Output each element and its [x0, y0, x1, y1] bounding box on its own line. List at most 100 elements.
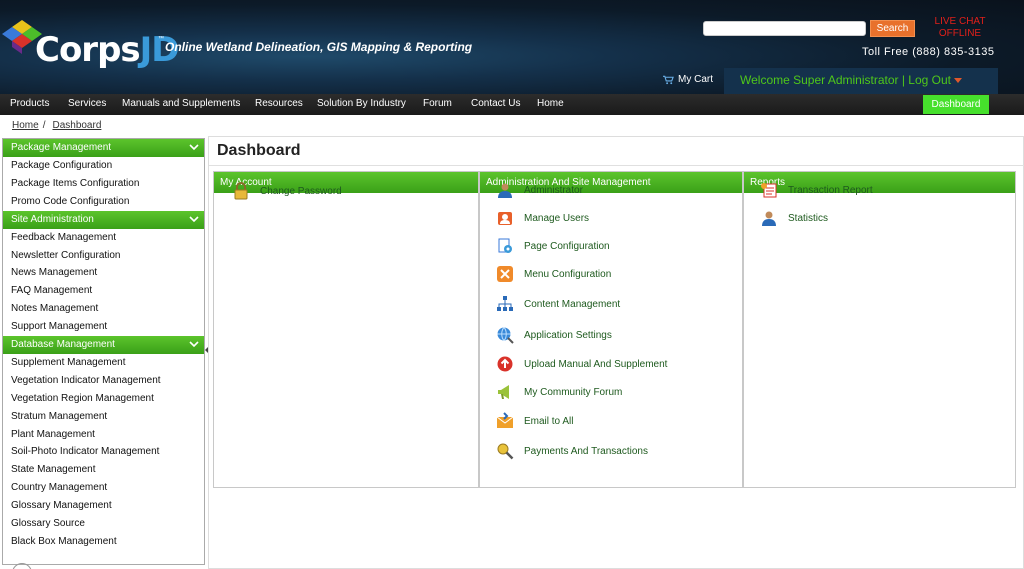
- sitemap-icon: [496, 295, 514, 313]
- payments-icon: [496, 442, 514, 460]
- nav-manuals[interactable]: Manuals and Supplements: [122, 98, 240, 109]
- chevron-down-icon[interactable]: [189, 339, 199, 349]
- welcome-user-menu[interactable]: Welcome Super Administrator | Log Out: [724, 68, 998, 94]
- sidebar-item-promo-code-configuration[interactable]: Promo Code Configuration: [3, 193, 204, 211]
- panel-my-account: My Account Change Password: [213, 171, 479, 488]
- nav-contact-us[interactable]: Contact Us: [471, 98, 520, 109]
- my-cart-link[interactable]: My Cart: [663, 74, 713, 85]
- sidebar-item-vegetation-indicator-management[interactable]: Vegetation Indicator Management: [3, 372, 204, 390]
- sidebar-item-package-items-configuration[interactable]: Package Items Configuration: [3, 175, 204, 193]
- panel-reports: Reports Transaction Report Statistics: [743, 171, 1016, 488]
- link-label: Application Settings: [524, 329, 612, 341]
- lock-icon: [232, 182, 250, 200]
- sidebar-item-state-management[interactable]: State Management: [3, 461, 204, 479]
- sidebar-item-black-box-management[interactable]: Black Box Management: [3, 533, 204, 551]
- sidebar-item-glossary-management[interactable]: Glossary Management: [3, 497, 204, 515]
- sidebar-item-stratum-management[interactable]: Stratum Management: [3, 408, 204, 426]
- link-label: Manage Users: [524, 212, 590, 224]
- search-input[interactable]: [703, 21, 866, 36]
- live-chat-status[interactable]: LIVE CHAT OFFLINE: [928, 16, 992, 40]
- cart-label: My Cart: [678, 74, 713, 85]
- upload-icon: [496, 355, 514, 373]
- breadcrumb-separator: /: [42, 120, 46, 131]
- welcome-text: Welcome Super Administrator | Log Out: [740, 73, 951, 87]
- link-label: Email to All: [524, 415, 574, 427]
- chevron-down-icon[interactable]: [189, 142, 199, 152]
- main-nav: Products Services Manuals and Supplement…: [0, 94, 1024, 115]
- nav-products[interactable]: Products: [10, 98, 49, 109]
- sidebar-section-database-management[interactable]: Database Management: [3, 336, 204, 355]
- trademark: ™: [158, 36, 164, 42]
- link-community-forum[interactable]: My Community Forum: [496, 383, 622, 401]
- site-tagline: Online Wetland Delineation, GIS Mapping …: [165, 40, 473, 54]
- link-label: Transaction Report: [788, 184, 873, 196]
- cart-icon: [663, 75, 674, 84]
- link-content-management[interactable]: Content Management: [496, 295, 620, 313]
- report-icon: [760, 181, 778, 199]
- nav-resources[interactable]: Resources: [255, 98, 303, 109]
- title-divider: [209, 165, 1024, 166]
- link-manage-users[interactable]: Manage Users: [496, 209, 589, 227]
- link-label: My Community Forum: [524, 386, 623, 398]
- link-payments-transactions[interactable]: Payments And Transactions: [496, 442, 648, 460]
- sidebar-item-feedback-management[interactable]: Feedback Management: [3, 229, 204, 247]
- sidebar-section-title: Package Management: [11, 142, 112, 153]
- sidebar-item-supplement-management[interactable]: Supplement Management: [3, 354, 204, 372]
- link-transaction-report[interactable]: Transaction Report: [760, 181, 873, 199]
- sidebar-item-support-management[interactable]: Support Management: [3, 318, 204, 336]
- nav-services[interactable]: Services: [68, 98, 106, 109]
- sidebar-item-plant-management[interactable]: Plant Management: [3, 426, 204, 444]
- nav-home[interactable]: Home: [537, 98, 564, 109]
- page-config-icon: [496, 237, 514, 255]
- breadcrumb: Home / Dashboard: [12, 120, 101, 131]
- link-email-to-all[interactable]: Email to All: [496, 412, 573, 430]
- sidebar-item-notes-management[interactable]: Notes Management: [3, 300, 204, 318]
- dashboard-button[interactable]: Dashboard: [923, 95, 989, 114]
- main-content: Dashboard My Account Change Password Adm…: [208, 136, 1024, 569]
- link-administrator[interactable]: Administrator: [496, 181, 583, 199]
- page-title: Dashboard: [217, 142, 301, 159]
- sidebar-item-country-management[interactable]: Country Management: [3, 479, 204, 497]
- chevron-down-icon[interactable]: [954, 78, 962, 84]
- link-label: Change Password: [260, 185, 342, 197]
- search-button[interactable]: Search: [870, 20, 915, 37]
- sidebar-item-soil-photo-indicator-management[interactable]: Soil-Photo Indicator Management: [3, 443, 204, 461]
- link-statistics[interactable]: Statistics: [760, 209, 828, 227]
- link-label: Upload Manual And Supplement: [524, 358, 668, 370]
- sidebar-item-newsletter-configuration[interactable]: Newsletter Configuration: [3, 247, 204, 265]
- sidebar-section-title: Database Management: [11, 339, 115, 351]
- sidebar: Package Management Package Configuration…: [2, 138, 205, 565]
- breadcrumb-home[interactable]: Home: [12, 120, 39, 131]
- link-label: Payments And Transactions: [524, 445, 648, 457]
- link-upload-manual[interactable]: Upload Manual And Supplement: [496, 355, 667, 373]
- megaphone-icon: [496, 383, 514, 401]
- sidebar-item-package-configuration[interactable]: Package Configuration: [3, 157, 204, 175]
- link-page-configuration[interactable]: Page Configuration: [496, 237, 610, 255]
- nav-forum[interactable]: Forum: [423, 98, 452, 109]
- link-label: Page Configuration: [524, 240, 610, 252]
- toll-free-number: Toll Free (888) 835-3135: [862, 46, 995, 58]
- link-label: Administrator: [524, 184, 583, 196]
- link-label: Content Management: [524, 298, 621, 310]
- live-chat-line-1: LIVE CHAT: [934, 16, 986, 27]
- sidebar-section-title: Site Administration: [11, 213, 94, 225]
- breadcrumb-current[interactable]: Dashboard: [52, 120, 101, 131]
- link-menu-configuration[interactable]: Menu Configuration: [496, 265, 611, 283]
- link-application-settings[interactable]: Application Settings: [496, 326, 612, 344]
- logo-wordmark[interactable]: CorpsJD: [35, 30, 180, 70]
- sidebar-section-site-administration[interactable]: Site Administration: [3, 210, 204, 229]
- link-change-password[interactable]: Change Password: [232, 182, 342, 200]
- statistics-icon: [760, 209, 778, 227]
- sidebar-item-faq-management[interactable]: FAQ Management: [3, 282, 204, 300]
- menu-config-icon: [496, 265, 514, 283]
- email-icon: [496, 412, 514, 430]
- chevron-down-icon[interactable]: [189, 214, 199, 224]
- sidebar-section-package-management[interactable]: Package Management: [3, 139, 204, 157]
- admin-user-icon: [496, 181, 514, 199]
- link-label: Menu Configuration: [524, 268, 612, 280]
- panel-administration: Administration And Site Management Admin…: [479, 171, 743, 488]
- sidebar-item-vegetation-region-management[interactable]: Vegetation Region Management: [3, 390, 204, 408]
- sidebar-item-glossary-source[interactable]: Glossary Source: [3, 515, 204, 533]
- nav-solution-by-industry[interactable]: Solution By Industry: [317, 98, 406, 109]
- sidebar-item-news-management[interactable]: News Management: [3, 264, 204, 282]
